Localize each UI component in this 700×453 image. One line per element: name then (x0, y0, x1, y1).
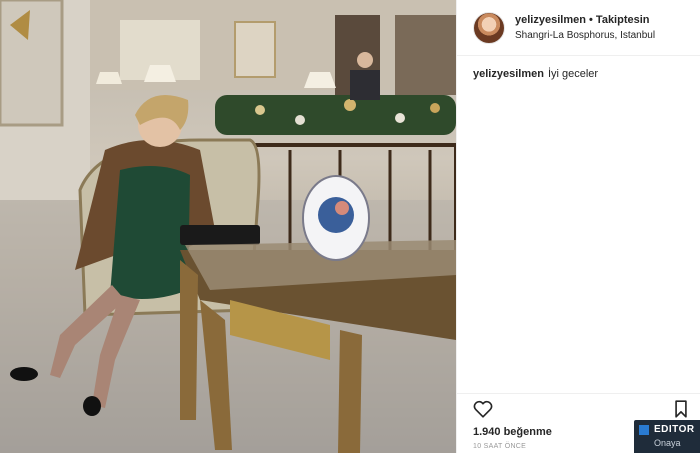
caption: yelizyesilmen İyi geceler (473, 68, 598, 80)
photo-illustration (0, 0, 456, 453)
header-text: yelizyesilmen • Takiptesin Shangri-La Bo… (515, 13, 655, 43)
follow-status[interactable]: Takiptesin (596, 14, 650, 26)
action-bar (457, 393, 700, 423)
watermark-logo-icon (639, 425, 649, 435)
watermark-badge: EDITOR Onaya (634, 420, 700, 453)
caption-username[interactable]: yelizyesilmen (473, 68, 544, 80)
post-header: yelizyesilmen • Takiptesin Shangri-La Bo… (457, 0, 700, 56)
avatar[interactable] (473, 11, 505, 44)
caption-text: İyi geceler (547, 68, 599, 80)
heart-icon[interactable] (473, 400, 493, 418)
post-side-panel: yelizyesilmen • Takiptesin Shangri-La Bo… (456, 0, 700, 453)
bookmark-icon[interactable] (674, 400, 688, 418)
author-username[interactable]: yelizyesilmen (515, 14, 586, 26)
watermark-title: EDITOR (654, 424, 695, 435)
watermark-subtitle: Onaya (654, 438, 681, 448)
header-line: yelizyesilmen • Takiptesin (515, 13, 655, 28)
header-separator: • (589, 13, 593, 26)
post-photo[interactable] (0, 0, 456, 453)
instagram-post: yelizyesilmen • Takiptesin Shangri-La Bo… (0, 0, 700, 453)
likes-count[interactable]: 1.940 beğenme (473, 426, 552, 438)
location-link[interactable]: Shangri-La Bosphorus, Istanbul (515, 28, 655, 43)
post-timestamp: 10 SAAT ÖNCE (473, 443, 527, 450)
